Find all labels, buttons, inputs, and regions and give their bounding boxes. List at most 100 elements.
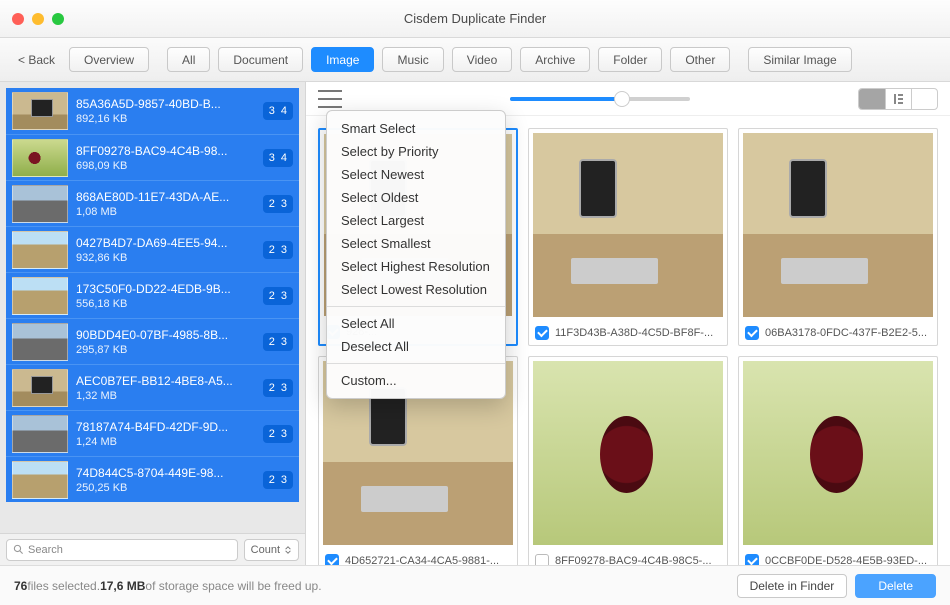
search-placeholder: Search	[28, 544, 63, 556]
checkbox[interactable]	[745, 554, 759, 565]
window-title: Cisdem Duplicate Finder	[0, 11, 950, 26]
list-item[interactable]: 173C50F0-DD22-4EDB-9B...556,18 KB23	[6, 272, 299, 318]
card-filename: 8FF09278-BAC9-4C4B-98C5-...	[555, 555, 712, 565]
card-label: 11F3D43B-A38D-4C5D-BF8F-...	[529, 321, 727, 345]
card-filename: 0CCBF0DE-D528-4E5B-93ED-...	[765, 555, 927, 565]
search-icon	[13, 544, 24, 555]
close-icon[interactable]	[12, 13, 24, 25]
duplicate-list: 85A36A5D-9857-40BD-B... 892,16 KB 348FF092…	[0, 82, 305, 533]
freed-size: 17,6 MB	[100, 579, 145, 593]
menu-item[interactable]: Select Largest	[327, 209, 505, 232]
file-size: 1,24 MB	[76, 436, 263, 448]
list-item[interactable]: 78187A74-B4FD-42DF-9D...1,24 MB23	[6, 410, 299, 456]
tab-image[interactable]: Image	[311, 47, 374, 72]
search-input[interactable]: Search	[6, 539, 238, 561]
card-label: 0CCBF0DE-D528-4E5B-93ED-...	[739, 549, 937, 565]
grid-card[interactable]: 0CCBF0DE-D528-4E5B-93ED-...	[738, 356, 938, 565]
menu-item[interactable]: Select Highest Resolution	[327, 255, 505, 278]
tab-archive[interactable]: Archive	[520, 47, 590, 72]
traffic-lights	[12, 13, 64, 25]
checkbox[interactable]	[535, 554, 549, 565]
file-name: 173C50F0-DD22-4EDB-9B...	[76, 282, 263, 296]
view-columns[interactable]	[885, 89, 911, 109]
count-badge: 23	[263, 379, 293, 397]
checkbox[interactable]	[745, 326, 759, 340]
list-item-text: 173C50F0-DD22-4EDB-9B...556,18 KB	[76, 282, 263, 310]
tab-folder[interactable]: Folder	[598, 47, 662, 72]
view-list[interactable]	[911, 89, 937, 109]
file-size: 295,87 KB	[76, 344, 263, 356]
view-grid[interactable]	[859, 89, 885, 109]
menu-item[interactable]: Smart Select	[327, 117, 505, 140]
delete-in-finder-button[interactable]: Delete in Finder	[737, 574, 848, 598]
file-name: 868AE80D-11E7-43DA-AE...	[76, 190, 263, 204]
footer-t2: of storage space will be freed up.	[145, 579, 321, 593]
thumbnail	[12, 369, 68, 407]
card-filename: 4D652721-CA34-4CA5-9881-...	[345, 555, 499, 565]
selection-menu: Smart SelectSelect by PrioritySelect New…	[326, 110, 506, 399]
grid-card[interactable]: 8FF09278-BAC9-4C4B-98C5-...	[528, 356, 728, 565]
grid-card[interactable]: 06BA3178-0FDC-437F-B2E2-5...	[738, 128, 938, 346]
back-button[interactable]: < Back	[12, 49, 61, 71]
count-badge: 34	[263, 149, 293, 167]
menu-item[interactable]: Select All	[327, 312, 505, 335]
count-badge: 23	[263, 333, 293, 351]
grid-card[interactable]: 11F3D43B-A38D-4C5D-BF8F-...	[528, 128, 728, 346]
sidebar-footer: Search Count	[0, 533, 305, 565]
count-badge: 23	[263, 471, 293, 489]
toolbar: < Back Overview All Document Image Music…	[0, 38, 950, 82]
file-size: 1,08 MB	[76, 206, 263, 218]
thumbnail	[12, 415, 68, 453]
menu-item[interactable]: Select Oldest	[327, 186, 505, 209]
chevron-updown-icon	[284, 546, 292, 554]
list-item[interactable]: 868AE80D-11E7-43DA-AE...1,08 MB23	[6, 180, 299, 226]
card-label: 06BA3178-0FDC-437F-B2E2-5...	[739, 321, 937, 345]
list-item[interactable]: 8FF09278-BAC9-4C4B-98...698,09 KB34	[6, 134, 299, 180]
menu-item[interactable]: Select Smallest	[327, 232, 505, 255]
similar-image-button[interactable]: Similar Image	[748, 47, 851, 72]
card-label: 4D652721-CA34-4CA5-9881-...	[319, 549, 517, 565]
list-item-text: AEC0B7EF-BB12-4BE8-A5... 1,32 MB	[76, 374, 263, 402]
menu-item[interactable]: Custom...	[327, 369, 505, 392]
view-mode-segmented	[858, 88, 938, 110]
thumbnail	[12, 323, 68, 361]
menu-item[interactable]: Select by Priority	[327, 140, 505, 163]
file-name: 85A36A5D-9857-40BD-B...	[76, 97, 263, 111]
checkbox[interactable]	[535, 326, 549, 340]
thumbnail	[12, 461, 68, 499]
list-item[interactable]: 85A36A5D-9857-40BD-B...892,16 KB34	[6, 88, 299, 134]
tab-all[interactable]: All	[167, 47, 210, 72]
tab-document[interactable]: Document	[218, 47, 303, 72]
sort-select[interactable]: Count	[244, 539, 299, 561]
menu-separator	[327, 363, 505, 364]
zoom-icon[interactable]	[52, 13, 64, 25]
list-item-text: 85A36A5D-9857-40BD-B... 892,16 KB	[76, 97, 263, 125]
thumbnail	[12, 277, 68, 315]
card-filename: 06BA3178-0FDC-437F-B2E2-5...	[765, 327, 927, 339]
thumbnail	[12, 139, 68, 177]
minimize-icon[interactable]	[32, 13, 44, 25]
overview-button[interactable]: Overview	[69, 47, 149, 72]
file-name: AEC0B7EF-BB12-4BE8-A5...	[76, 374, 263, 388]
list-item[interactable]: 90BDD4E0-07BF-4985-8B...295,87 KB23	[6, 318, 299, 364]
file-size: 1,32 MB	[76, 390, 263, 402]
list-item[interactable]: 0427B4D7-DA69-4EE5-94...932,86 KB23	[6, 226, 299, 272]
tab-other[interactable]: Other	[670, 47, 730, 72]
selection-menu-button[interactable]	[318, 90, 342, 108]
menu-item[interactable]: Deselect All	[327, 335, 505, 358]
tab-music[interactable]: Music	[382, 47, 443, 72]
menu-item[interactable]: Select Newest	[327, 163, 505, 186]
checkbox[interactable]	[325, 554, 339, 565]
menu-item[interactable]: Select Lowest Resolution	[327, 278, 505, 301]
tab-video[interactable]: Video	[452, 47, 512, 72]
list-item-text: 90BDD4E0-07BF-4985-8B...295,87 KB	[76, 328, 263, 356]
file-name: 74D844C5-8704-449E-98...	[76, 466, 263, 480]
list-item[interactable]: AEC0B7EF-BB12-4BE8-A5... 1,32 MB23	[6, 364, 299, 410]
file-size: 892,16 KB	[76, 113, 263, 125]
count-badge: 23	[263, 241, 293, 259]
list-item[interactable]: 74D844C5-8704-449E-98...250,25 KB23	[6, 456, 299, 502]
main-panel: 928-...11F3D43B-A38D-4C5D-BF8F-...06BA31…	[306, 82, 950, 565]
count-badge: 23	[263, 287, 293, 305]
thumbnail-size-slider[interactable]	[342, 97, 858, 101]
delete-button[interactable]: Delete	[855, 574, 936, 598]
